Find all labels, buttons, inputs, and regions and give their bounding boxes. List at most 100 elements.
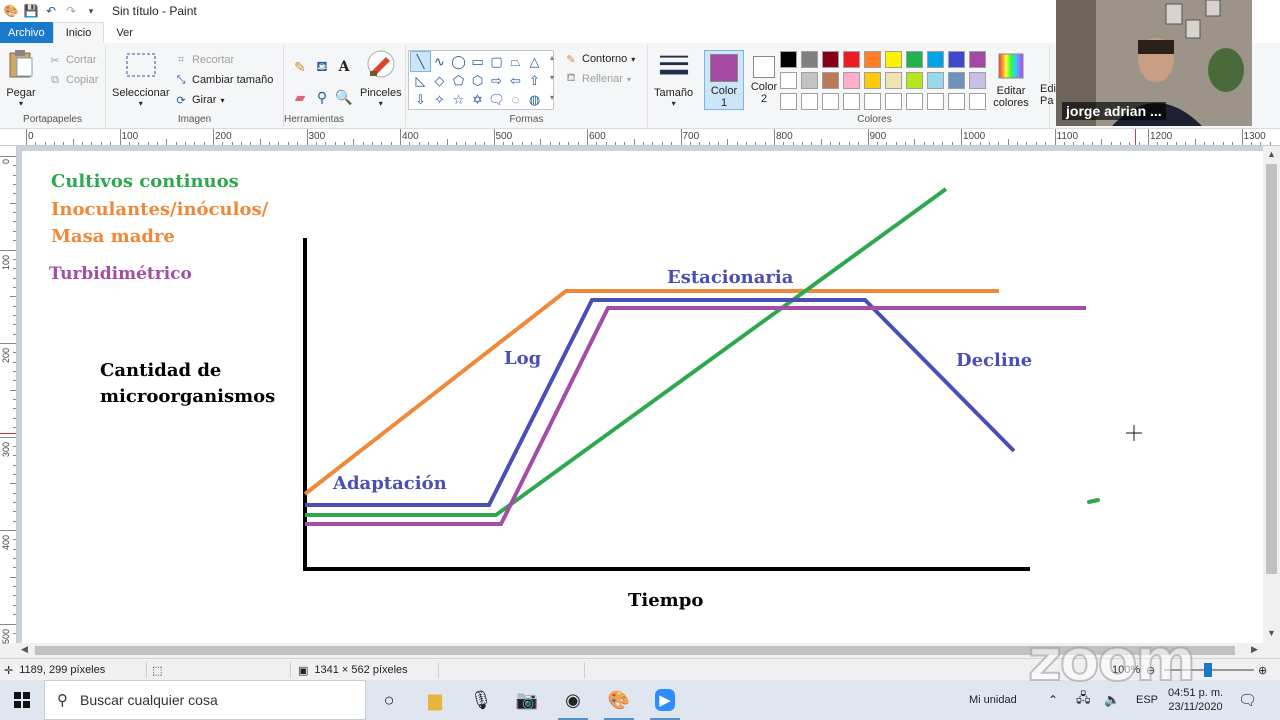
vertical-scroll-thumb[interactable] (1266, 164, 1277, 574)
scroll-left-arrow-icon[interactable]: ◀ (21, 644, 28, 655)
up-arrow-shape-icon[interactable]: ⇧ (525, 71, 544, 90)
palette-swatch[interactable] (927, 93, 944, 110)
save-icon[interactable]: 💾 (24, 4, 39, 18)
camera-button[interactable]: 📷 (504, 680, 550, 720)
palette-swatch[interactable] (885, 93, 902, 110)
palette-swatch[interactable] (801, 93, 818, 110)
vertical-scrollbar[interactable]: ▲ ▼ (1263, 146, 1280, 643)
palette-swatch[interactable] (906, 51, 923, 68)
callout-cloud-shape-icon[interactable]: ◍ (525, 90, 544, 109)
zoom-slider-thumb[interactable] (1204, 663, 1212, 677)
color2-button[interactable]: Color 2 (744, 50, 784, 110)
right-arrow-shape-icon[interactable]: ⇨ (487, 71, 506, 90)
palette-swatch[interactable] (969, 72, 986, 89)
chrome-button[interactable]: ◉ (550, 680, 596, 720)
shapes-scroll-down-icon[interactable]: ▾ (550, 73, 554, 82)
network-drive-label[interactable]: Mi unidad (969, 680, 1017, 720)
hexagon-shape-icon[interactable]: ⬡ (468, 71, 487, 90)
rectangle-shape-icon[interactable]: ▭ (468, 52, 487, 71)
palette-swatch[interactable] (864, 51, 881, 68)
four-point-star-shape-icon[interactable]: ✧ (430, 90, 449, 109)
pentagon-shape-icon[interactable]: ⬠ (449, 71, 468, 90)
triangle-shape-icon[interactable]: △ (525, 52, 544, 71)
polygon-shape-icon[interactable]: ⏢ (506, 52, 525, 71)
palette-swatch[interactable] (780, 72, 797, 89)
start-button[interactable] (0, 680, 44, 720)
palette-swatch[interactable] (948, 51, 965, 68)
curve-shape-icon[interactable]: ∿ (430, 52, 449, 71)
palette-swatch[interactable] (927, 51, 944, 68)
cut-button[interactable]: ✂ Cortar (48, 53, 96, 67)
six-point-star-shape-icon[interactable]: ✡ (468, 90, 487, 109)
palette-swatch[interactable] (969, 93, 986, 110)
palette-swatch[interactable] (822, 72, 839, 89)
line-shape-icon[interactable]: ╲ (410, 51, 431, 72)
tab-view[interactable]: Ver (104, 22, 145, 43)
palette-swatch[interactable] (822, 93, 839, 110)
customize-toolbar-icon[interactable]: ▾ (84, 4, 98, 18)
palette-swatch[interactable] (906, 72, 923, 89)
outline-button[interactable]: ✎ Contorno ▾ (564, 52, 635, 66)
drawing-canvas[interactable]: Cultivos continuos Inoculantes/inóculos/… (22, 151, 1263, 643)
callout-rect-shape-icon[interactable]: 🗨 (487, 90, 506, 109)
scroll-right-arrow-icon[interactable]: ▶ (1251, 644, 1258, 655)
text-tool-icon[interactable]: A (334, 57, 354, 77)
scroll-up-arrow-icon[interactable]: ▲ (1267, 149, 1276, 159)
palette-swatch[interactable] (885, 51, 902, 68)
right-triangle-shape-icon[interactable]: ◺ (411, 71, 430, 90)
palette-swatch[interactable] (885, 72, 902, 89)
tab-file[interactable]: Archivo (0, 22, 53, 43)
palette-swatch[interactable] (948, 93, 965, 110)
oval-shape-icon[interactable]: ◯ (449, 52, 468, 71)
select-button[interactable]: Seleccionar ▾ (112, 51, 169, 108)
paint-taskbar-button[interactable]: 🎨 (596, 680, 642, 720)
zoom-taskbar-button[interactable]: ▶ (642, 680, 688, 720)
palette-swatch[interactable] (843, 51, 860, 68)
callout-oval-shape-icon[interactable]: ◌ (506, 90, 525, 109)
rounded-rectangle-shape-icon[interactable]: ▢ (487, 52, 506, 71)
magnifier-icon[interactable]: 🔍 (334, 87, 354, 107)
diamond-shape-icon[interactable]: ◇ (430, 71, 449, 90)
voice-recorder-button[interactable]: 🎙 (458, 680, 504, 720)
down-arrow-shape-icon[interactable]: ⇩ (411, 90, 430, 109)
shapes-scroll-up-icon[interactable]: ▴ (550, 53, 554, 62)
palette-swatch[interactable] (969, 51, 986, 68)
palette-swatch[interactable] (843, 93, 860, 110)
file-explorer-button[interactable]: ▆ (412, 680, 458, 720)
palette-swatch[interactable] (822, 51, 839, 68)
size-button[interactable]: Tamaño ▾ (654, 51, 693, 108)
palette-swatch[interactable] (864, 93, 881, 110)
palette-swatch[interactable] (801, 51, 818, 68)
color-picker-icon[interactable]: ⚲ (312, 87, 332, 107)
palette-swatch[interactable] (864, 72, 881, 89)
palette-swatch[interactable] (906, 93, 923, 110)
eraser-icon[interactable]: ▰ (290, 87, 310, 107)
redo-icon[interactable]: ↷ (64, 4, 78, 18)
fill-button[interactable]: ⛾ Rellenar ▾ (564, 72, 631, 86)
palette-swatch[interactable] (780, 93, 797, 110)
copy-button[interactable]: ⧉ Copiar (48, 73, 98, 87)
rotate-button[interactable]: ⟳ Girar ▾ (174, 93, 224, 107)
left-arrow-shape-icon[interactable]: ⇦ (506, 71, 525, 90)
tab-home[interactable]: Inicio (52, 22, 105, 43)
edit-colors-button[interactable]: Editar colores (990, 51, 1032, 109)
crop-button[interactable]: ⌗ Recortar (174, 53, 234, 67)
shapes-more-icon[interactable]: ▾ (550, 93, 554, 102)
five-point-star-shape-icon[interactable]: ☆ (449, 90, 468, 109)
palette-swatch[interactable] (801, 72, 818, 89)
scroll-down-arrow-icon[interactable]: ▼ (1267, 628, 1276, 638)
paste-button[interactable]: Pegar ▾ (6, 49, 36, 108)
fill-bucket-icon[interactable]: ⛾ (312, 57, 332, 77)
brushes-button[interactable]: Pinceles ▾ (360, 49, 402, 108)
color1-button[interactable]: Color 1 (704, 50, 744, 110)
resize-button[interactable]: ⤡ Cambiar tamaño (174, 73, 274, 87)
pencil-icon[interactable]: ✎ (290, 57, 310, 77)
zoom-participant-video[interactable]: jorge adrian ... (1056, 0, 1252, 126)
palette-swatch[interactable] (843, 72, 860, 89)
palette-swatch[interactable] (927, 72, 944, 89)
taskbar-search[interactable]: ⚲ Buscar cualquier cosa (44, 680, 366, 720)
palette-swatch[interactable] (948, 72, 965, 89)
undo-icon[interactable]: ↶ (44, 4, 58, 18)
task-view-button[interactable]: ○ (366, 680, 412, 720)
zoom-in-icon[interactable]: ⊕ (1258, 662, 1267, 678)
